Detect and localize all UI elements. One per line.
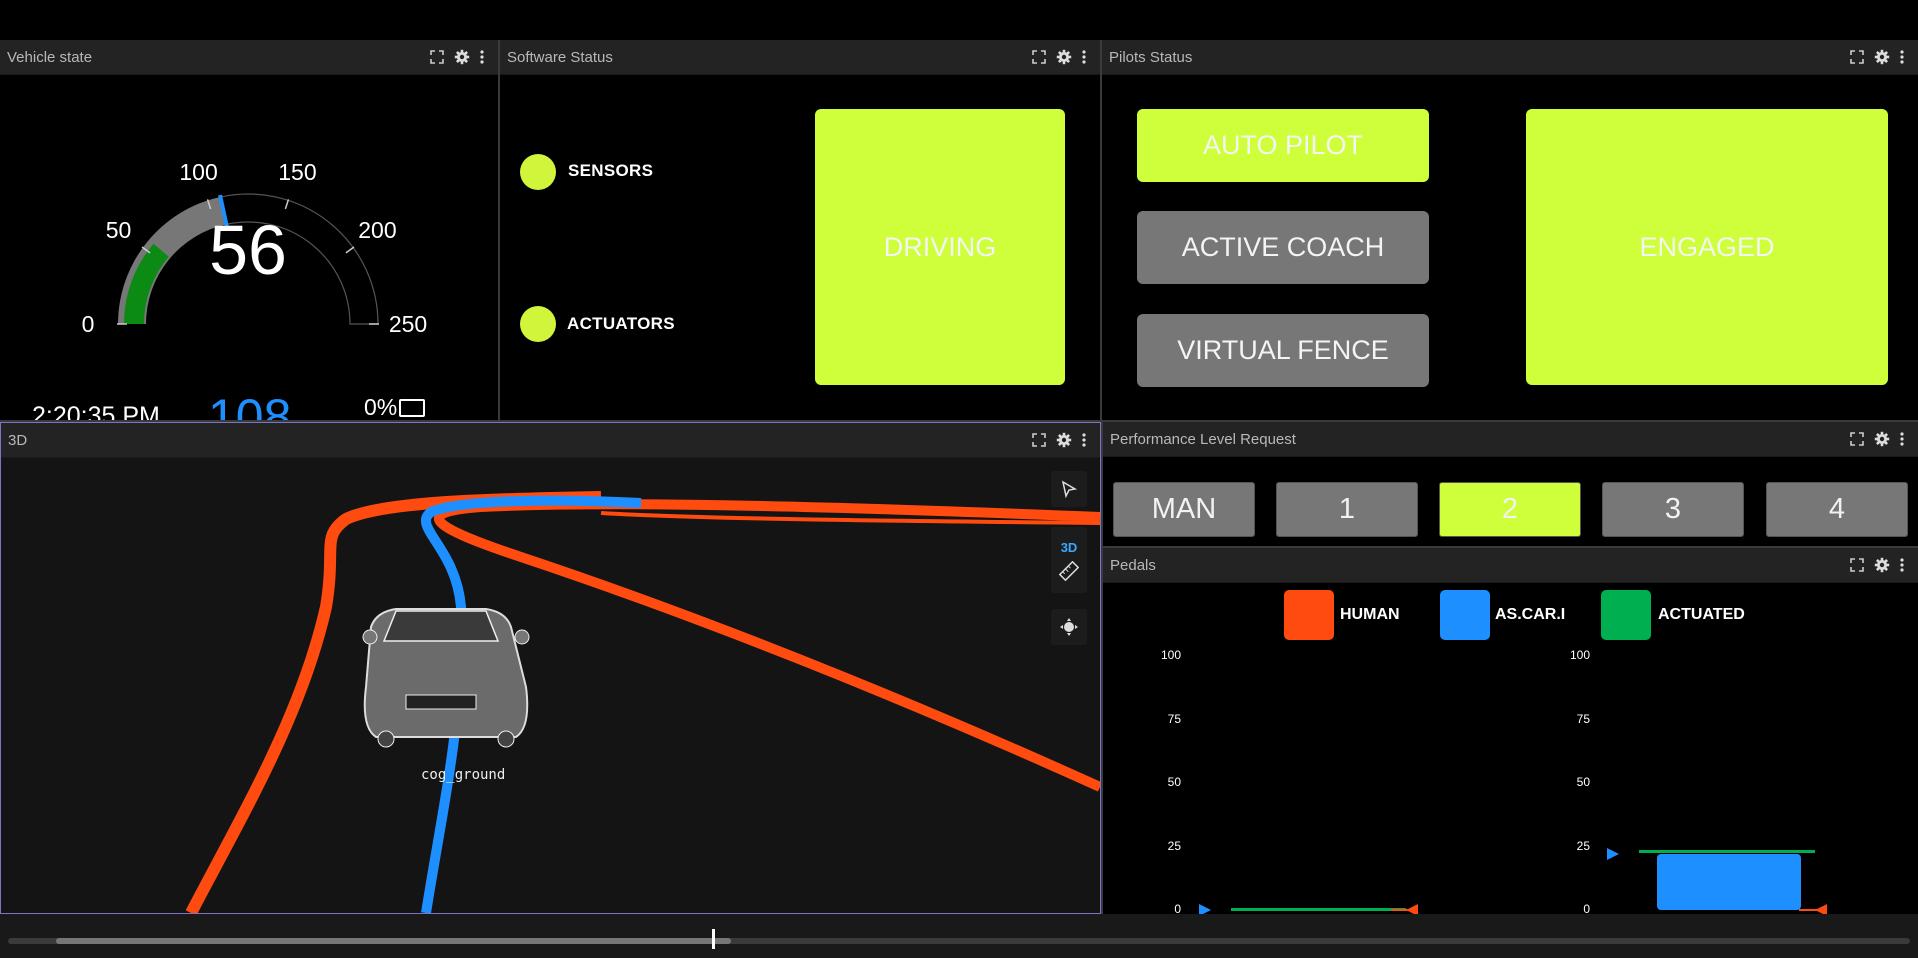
speed-value: 56 (209, 211, 287, 289)
legend-label-human: HUMAN (1340, 606, 1400, 623)
ascar-marker (1607, 848, 1619, 861)
y-tick-label: 25 (1167, 838, 1181, 853)
gauge-tick-label: 50 (105, 216, 132, 243)
timeline-progress (56, 938, 731, 944)
panel-header: Software Status (500, 40, 1100, 75)
3d-view-panel: 3D cog_ground 3D (0, 422, 1101, 914)
panel-title: Pilots Status (1109, 48, 1193, 66)
gauge-tick-mark (284, 199, 290, 210)
driving-state-indicator: DRIVING (815, 109, 1065, 385)
gauge-tick-label: 0 (81, 311, 95, 337)
perf-level-button-2[interactable]: 2 (1439, 482, 1581, 537)
human-line (1799, 909, 1817, 911)
virtual-fence-indicator: VIRTUAL FENCE (1137, 314, 1429, 387)
fullscreen-icon[interactable] (430, 50, 444, 64)
vehicle-model (362, 608, 530, 748)
y-tick-label: 75 (1167, 711, 1181, 726)
software-status-panel: Software Status SENSORS ACTUATORS DRIVIN… (500, 40, 1100, 420)
legend-swatch-actuated (1601, 590, 1651, 640)
legend-swatch-ascar (1440, 590, 1490, 640)
gear-icon[interactable] (454, 49, 470, 65)
sensors-label: SENSORS (568, 161, 654, 180)
gauge-tick-label: 250 (388, 311, 428, 337)
fullscreen-icon[interactable] (1032, 50, 1046, 64)
y-tick-label: 75 (1576, 711, 1590, 726)
battery-percent: 0% (364, 394, 398, 420)
actuated-line (1639, 849, 1815, 853)
more-icon[interactable] (1900, 50, 1904, 64)
cursor-icon (1061, 480, 1078, 498)
actuators-label: ACTUATORS (567, 314, 675, 333)
view-tools-group: 3D (1051, 527, 1087, 593)
fullscreen-icon[interactable] (1850, 50, 1864, 64)
actuated-line (1231, 908, 1406, 911)
more-icon[interactable] (480, 50, 484, 64)
gear-icon[interactable] (1056, 49, 1072, 65)
y-tick-label: 50 (1576, 775, 1590, 789)
ruler-icon[interactable] (1059, 560, 1079, 581)
3d-scene[interactable]: cog_ground (1, 457, 1100, 913)
gear-icon[interactable] (1874, 49, 1890, 65)
legend-label-ascar: AS.CAR.I (1495, 606, 1566, 623)
more-icon[interactable] (1900, 432, 1904, 446)
frame-label: cog_ground (421, 767, 505, 783)
panel-title: 3D (8, 431, 28, 449)
y-tick-label: 100 (1569, 648, 1590, 662)
pilots-status-panel: Pilots Status AUTO PILOT ACTIVE COACH VI… (1102, 40, 1918, 420)
select-tool-button[interactable] (1051, 471, 1087, 507)
actuators-status-lamp (520, 306, 556, 342)
panel-title: Software Status (507, 48, 613, 66)
more-icon[interactable] (1082, 50, 1086, 64)
gauge-tick-label: 150 (278, 158, 317, 185)
fullscreen-icon[interactable] (1850, 558, 1864, 572)
battery-readout: 0% (364, 394, 426, 421)
vehicle-state-panel: Vehicle state 0 50 100 150 200 250 56 2:20:35… (0, 40, 498, 445)
timeline-track[interactable] (8, 938, 1910, 944)
gauge-tick-label: 100 (179, 158, 218, 185)
fullscreen-icon[interactable] (1032, 433, 1046, 447)
recenter-button[interactable] (1051, 609, 1087, 645)
fullscreen-icon[interactable] (1850, 432, 1864, 446)
panel-header: Pilots Status (1102, 40, 1918, 75)
perf-level-button-1[interactable]: 1 (1276, 482, 1418, 537)
perf-level-button-man[interactable]: MAN (1113, 482, 1255, 537)
perf-level-button-3[interactable]: 3 (1602, 482, 1744, 537)
gear-icon[interactable] (1874, 557, 1890, 573)
panel-header: Performance Level Request (1103, 422, 1918, 457)
timeline-bar (0, 914, 1918, 958)
gauge-tick-mark (345, 246, 355, 254)
ascar-bar (1657, 854, 1801, 910)
gear-icon[interactable] (1874, 431, 1890, 447)
perf-level-button-4[interactable]: 4 (1766, 482, 1908, 537)
panel-title: Pedals (1110, 556, 1156, 574)
battery-icon (399, 398, 426, 417)
y-tick-label: 25 (1576, 838, 1590, 853)
pedals-panel: Pedals HUMAN AS.CAR.I ACTUATED 100 75 50 25… (1103, 546, 1918, 916)
right-lane-boundary (434, 499, 1100, 792)
legend-swatch-human (1284, 590, 1334, 640)
panel-title: Performance Level Request (1110, 430, 1296, 448)
more-icon[interactable] (1082, 433, 1086, 447)
panel-header: Vehicle state (0, 40, 498, 75)
y-tick-label: 100 (1160, 648, 1181, 662)
move-camera-icon (1060, 618, 1078, 636)
y-tick-label: 50 (1167, 775, 1181, 789)
3d-mode-toggle[interactable]: 3D (1061, 540, 1078, 555)
gear-icon[interactable] (1056, 432, 1072, 448)
panel-header: 3D (1, 423, 1100, 458)
timeline-playhead[interactable] (711, 929, 715, 949)
panel-title: Vehicle state (7, 48, 93, 66)
auto-pilot-indicator: AUTO PILOT (1137, 109, 1429, 182)
sensors-status-lamp (520, 154, 556, 190)
gauge-tick-label: 200 (358, 216, 397, 243)
human-line (1391, 909, 1408, 911)
more-icon[interactable] (1900, 558, 1904, 572)
engaged-indicator: ENGAGED (1526, 109, 1888, 385)
legend-label-actuated: ACTUATED (1658, 606, 1745, 623)
panel-header: Pedals (1103, 548, 1918, 583)
active-coach-indicator: ACTIVE COACH (1137, 211, 1429, 284)
